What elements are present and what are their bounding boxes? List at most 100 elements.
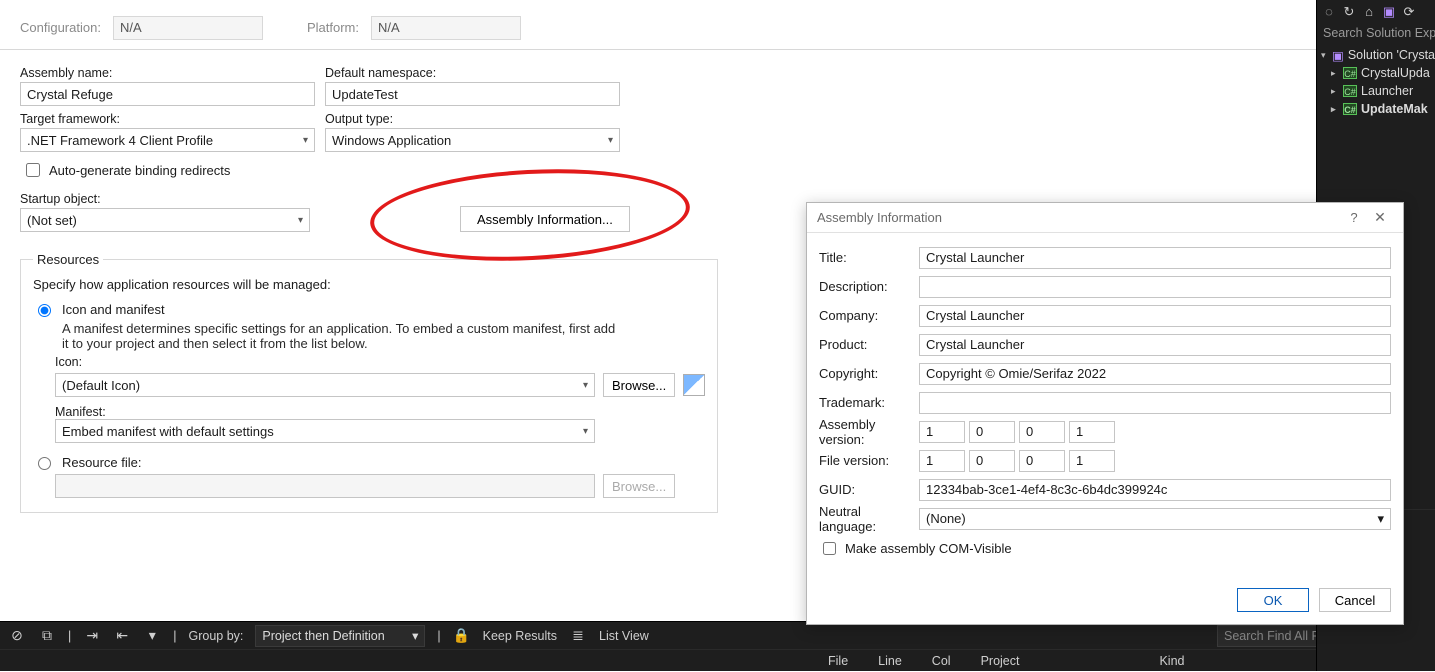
- platform-combo[interactable]: N/A: [371, 16, 521, 40]
- col-line[interactable]: Line: [878, 654, 902, 668]
- manifest-combo[interactable]: Embed manifest with default settings ▾: [55, 419, 595, 443]
- chevron-down-icon: ▾: [583, 426, 588, 437]
- resource-file-radio[interactable]: [38, 457, 51, 470]
- icon-combo[interactable]: (Default Icon) ▾: [55, 373, 595, 397]
- csharp-project-icon: C#: [1343, 103, 1357, 115]
- resources-group: Resources Specify how application resour…: [20, 252, 718, 513]
- dlg-asm-version-label: Assembly version:: [819, 417, 919, 447]
- output-type-label: Output type:: [325, 112, 620, 126]
- refresh-icon[interactable]: ⟳: [1401, 4, 1417, 20]
- project-label: CrystalUpda: [1361, 66, 1430, 80]
- forward-icon[interactable]: ↻: [1341, 4, 1357, 20]
- dlg-guid-value: 12334bab-3ce1-4ef4-8c3c-6b4dc399924c: [926, 482, 1167, 497]
- asm-ver-3: 1: [1076, 424, 1083, 439]
- manifest-label: Manifest:: [55, 405, 705, 419]
- dlg-copyright-label: Copyright:: [819, 366, 919, 381]
- lock-icon[interactable]: 🔒: [453, 627, 471, 644]
- target-framework-label: Target framework:: [20, 112, 315, 126]
- dlg-title-input[interactable]: Crystal Launcher: [919, 247, 1391, 269]
- home-icon[interactable]: ⌂: [1361, 4, 1377, 20]
- asm-version-rev[interactable]: 1: [1069, 421, 1115, 443]
- icon-browse-button[interactable]: Browse...: [603, 373, 675, 397]
- list-icon[interactable]: ≣: [569, 627, 587, 644]
- chevron-down-icon: ▾: [298, 215, 303, 226]
- chevron-down-icon[interactable]: ▾: [143, 627, 161, 644]
- indent-icon[interactable]: ⇥: [83, 627, 101, 644]
- manifest-value: Embed manifest with default settings: [62, 424, 274, 439]
- dlg-company-input[interactable]: Crystal Launcher: [919, 305, 1391, 327]
- dlg-copyright-input[interactable]: Copyright © Omie/Serifaz 2022: [919, 363, 1391, 385]
- dlg-copyright-value: Copyright © Omie/Serifaz 2022: [926, 366, 1106, 381]
- csharp-project-icon: C#: [1343, 85, 1357, 97]
- col-project[interactable]: Project: [981, 654, 1020, 668]
- dlg-company-label: Company:: [819, 308, 919, 323]
- chevron-down-icon: ▾: [583, 380, 588, 391]
- chevron-down-icon: ▾: [303, 135, 308, 146]
- list-view-label[interactable]: List View: [599, 629, 649, 643]
- dlg-description-label: Description:: [819, 279, 919, 294]
- group-by-value: Project then Definition: [262, 629, 384, 643]
- chevron-down-icon: ▾: [608, 135, 613, 146]
- startup-object-combo[interactable]: (Not set) ▾: [20, 208, 310, 232]
- solution-icon[interactable]: ▣: [1381, 4, 1397, 20]
- resource-file-browse-button: Browse...: [603, 474, 675, 498]
- com-visible-label: Make assembly COM-Visible: [845, 541, 1012, 556]
- col-col[interactable]: Col: [932, 654, 951, 668]
- resource-file-label: Resource file:: [62, 455, 141, 470]
- startup-object-label: Startup object:: [20, 192, 310, 206]
- icon-manifest-radio[interactable]: [38, 304, 51, 317]
- dlg-product-input[interactable]: Crystal Launcher: [919, 334, 1391, 356]
- icon-value: (Default Icon): [62, 378, 140, 393]
- project-node[interactable]: ▸ C# Launcher: [1321, 82, 1435, 100]
- default-namespace-input[interactable]: UpdateTest: [325, 82, 620, 106]
- close-icon[interactable]: ✕: [1367, 209, 1393, 226]
- dlg-guid-input[interactable]: 12334bab-3ce1-4ef4-8c3c-6b4dc399924c: [919, 479, 1391, 501]
- target-framework-combo[interactable]: .NET Framework 4 Client Profile ▾: [20, 128, 315, 152]
- file-ver-3: 1: [1076, 453, 1083, 468]
- file-version-rev[interactable]: 1: [1069, 450, 1115, 472]
- output-type-combo[interactable]: Windows Application ▾: [325, 128, 620, 152]
- back-icon[interactable]: ◌: [1321, 4, 1337, 20]
- help-icon[interactable]: ?: [1341, 210, 1367, 225]
- group-by-combo[interactable]: Project then Definition ▾: [255, 625, 425, 647]
- project-node[interactable]: ▸ C# CrystalUpda: [1321, 64, 1435, 82]
- ok-button[interactable]: OK: [1237, 588, 1309, 612]
- dlg-guid-label: GUID:: [819, 482, 919, 497]
- dlg-neutral-lang-combo[interactable]: (None) ▾: [919, 508, 1391, 530]
- solution-tree: ▾ ▣ Solution 'Crysta ▸ C# CrystalUpda ▸ …: [1317, 44, 1435, 118]
- solution-node[interactable]: ▾ ▣ Solution 'Crysta: [1321, 46, 1435, 64]
- asm-version-minor[interactable]: 0: [969, 421, 1015, 443]
- project-node-active[interactable]: ▸ C# UpdateMak: [1321, 100, 1435, 118]
- dlg-trademark-input[interactable]: [919, 392, 1391, 414]
- assembly-information-button[interactable]: Assembly Information...: [460, 206, 630, 232]
- file-version-build[interactable]: 0: [1019, 450, 1065, 472]
- default-namespace-label: Default namespace:: [325, 66, 620, 80]
- file-ver-2: 0: [1026, 453, 1033, 468]
- platform-value: N/A: [378, 17, 400, 39]
- solution-search-input[interactable]: Search Solution Explo: [1317, 24, 1435, 44]
- asm-version-build[interactable]: 0: [1019, 421, 1065, 443]
- copy-icon[interactable]: ⧉: [38, 627, 56, 644]
- find-references-panel: ⊘ ⧉ | ⇥ ⇤ ▾ | Group by: Project then Def…: [0, 621, 1435, 671]
- configuration-combo[interactable]: N/A: [113, 16, 263, 40]
- chevron-down-icon: ▾: [412, 628, 418, 643]
- autogen-redirects-checkbox[interactable]: [26, 163, 40, 177]
- dialog-title: Assembly Information: [817, 210, 942, 225]
- dlg-description-input[interactable]: [919, 276, 1391, 298]
- project-label: Launcher: [1361, 84, 1413, 98]
- dlg-title-label: Title:: [819, 250, 919, 265]
- dlg-title-value: Crystal Launcher: [926, 250, 1024, 265]
- asm-version-major[interactable]: 1: [919, 421, 965, 443]
- assembly-name-input[interactable]: Crystal Refuge: [20, 82, 315, 106]
- clear-icon[interactable]: ⊘: [8, 627, 26, 644]
- file-version-major[interactable]: 1: [919, 450, 965, 472]
- csharp-project-icon: C#: [1343, 67, 1357, 79]
- file-version-minor[interactable]: 0: [969, 450, 1015, 472]
- col-kind[interactable]: Kind: [1159, 654, 1184, 668]
- cancel-button[interactable]: Cancel: [1319, 588, 1391, 612]
- com-visible-checkbox[interactable]: [823, 542, 836, 555]
- outdent-icon[interactable]: ⇤: [113, 627, 131, 644]
- group-by-label: Group by:: [189, 629, 244, 643]
- keep-results-label[interactable]: Keep Results: [483, 629, 557, 643]
- col-file[interactable]: File: [828, 654, 848, 668]
